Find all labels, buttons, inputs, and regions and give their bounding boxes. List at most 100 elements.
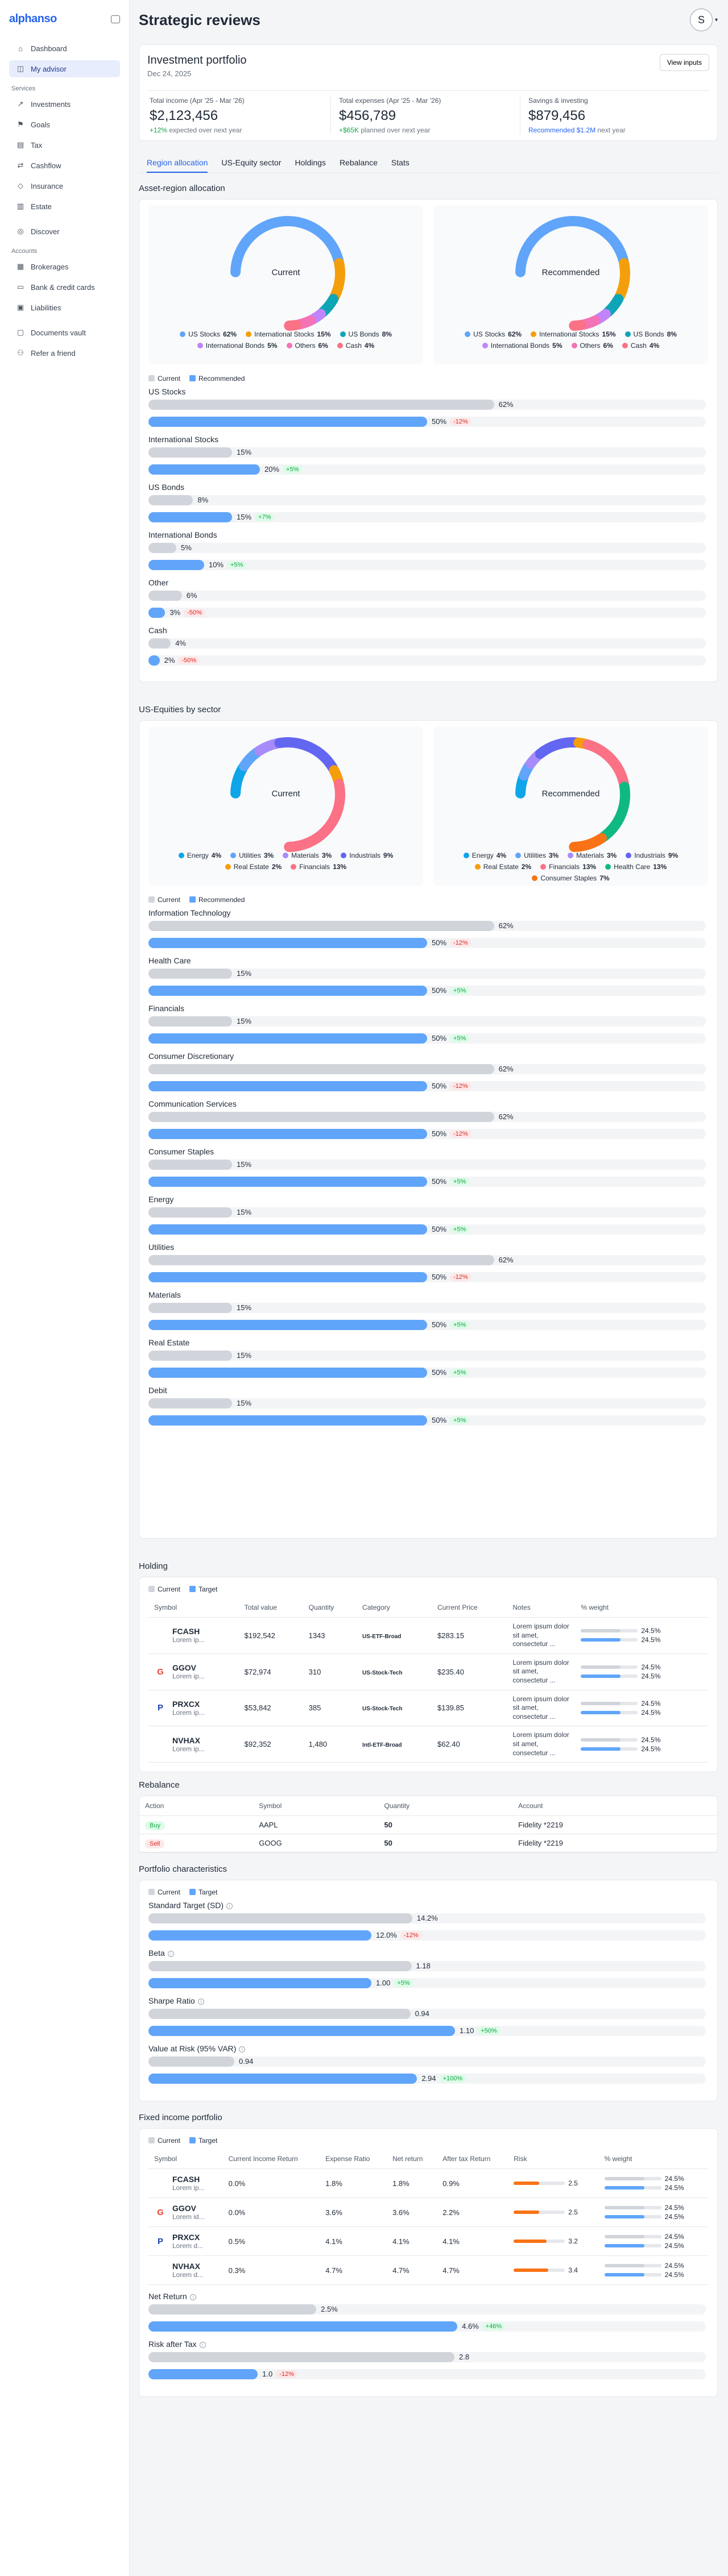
legend-item: Financials 13% <box>291 863 346 871</box>
legend-pct: 5% <box>552 342 562 350</box>
info-icon[interactable]: i <box>199 2342 206 2349</box>
table-row[interactable]: FCASH Lorem ip... $192,542 1343 US-ETF-Broad… <box>148 1617 708 1654</box>
table-row[interactable]: P PRXCX Lorem ip... $53,842 385 US-Stock-Tech… <box>148 1690 708 1727</box>
avatar[interactable]: S <box>689 9 713 31</box>
row-label-text: Utilities <box>148 1243 175 1252</box>
brand-logo[interactable]: alphanso <box>9 13 57 26</box>
target-bar-track: 2.94 +100% <box>148 2074 706 2084</box>
legend-item: Energy 4% <box>178 851 221 859</box>
sidebar-item-liabilities[interactable]: ▣ Liabilities <box>9 299 120 316</box>
sidebar-item-discover[interactable]: ◎ Discover <box>9 223 120 240</box>
sidebar-item-dashboard[interactable]: ⌂ Dashboard <box>9 40 120 57</box>
weight-value: 24.5% <box>641 1735 661 1744</box>
er-value: 3.6% <box>320 2197 387 2228</box>
row-label: Sharpe Ratio i <box>148 1996 708 2005</box>
table-row[interactable]: Buy AAPL 50 Fidelity *2219 <box>139 1815 717 1835</box>
comparison-row: Financials 15% 50% +5% <box>148 1004 708 1044</box>
comparison-row: Beta i 1.18 1.00 +5% <box>148 1948 708 1989</box>
table-row[interactable]: NVHAX Lorem ip... $92,352 1,480 Intl-ETF-Bro… <box>148 1726 708 1763</box>
nr-value: 4.1% <box>387 2226 437 2257</box>
current-value-text: 5% <box>181 543 192 552</box>
current-value-text: 62% <box>498 400 514 409</box>
tab-us-equity-sector[interactable]: US-Equity sector <box>221 153 281 173</box>
legend-pct: 13% <box>582 863 597 871</box>
info-icon[interactable]: i <box>226 1903 233 1910</box>
current-value-text: 15% <box>237 1208 252 1216</box>
target-value-text: 50% <box>432 1368 447 1377</box>
symbol-desc: Lorem ip... <box>172 1744 205 1753</box>
current-bar-track: 62% <box>148 1064 706 1074</box>
row-label-text: Value at Risk (95% VAR) <box>148 2044 237 2054</box>
current-bar-fill <box>148 1112 494 1122</box>
current-bar-value: 5% <box>181 543 192 552</box>
target-bar-fill <box>148 1033 427 1044</box>
table-row[interactable]: NVHAX Lorem d... 0.3% 4.7% 4.7% 4.7% 3.4 24.5% 2… <box>148 2255 708 2286</box>
sidebar-item-goals[interactable]: ⚑ Goals <box>9 116 120 133</box>
legend-name: Industrials <box>349 851 380 859</box>
current-value-text: 15% <box>237 1303 252 1312</box>
legend-dot <box>482 343 488 348</box>
key-current: Current <box>148 375 180 383</box>
table-row[interactable]: G GGOV Lorem id... 0.0% 3.6% 3.6% 2.2% 2.5 24.5%… <box>148 2197 708 2228</box>
donut-slice-financials <box>582 739 630 790</box>
current-value-text: 4% <box>175 639 186 647</box>
shield-icon: ◇ <box>18 181 23 190</box>
legend-pct: 4% <box>364 342 375 350</box>
sidebar-item-tax[interactable]: ▤ Tax <box>9 136 120 153</box>
legend-item: Cash 4% <box>337 342 374 350</box>
info-icon[interactable]: i <box>167 1951 174 1958</box>
target-bar-track: 4.6% +46% <box>148 2321 706 2332</box>
table-row[interactable]: P PRXCX Lorem d... 0.5% 4.1% 4.1% 4.1% 3.2 24.5%… <box>148 2226 708 2257</box>
tab-rebalance[interactable]: Rebalance <box>340 153 378 173</box>
sidebar-item-estate[interactable]: ▥ Estate <box>9 198 120 215</box>
legend-name: Financials <box>299 863 330 871</box>
sector-card: Current Energy 4% Utilities 3% Materials 3% Ind… <box>139 720 718 1539</box>
characteristics-section-title: Portfolio characteristics <box>139 1864 228 1875</box>
risk-bar: 2.5 <box>514 2208 593 2216</box>
table-row[interactable]: G GGOV Lorem ip... $72,974 310 US-Stock-Tech $… <box>148 1653 708 1690</box>
sidebar-item-refer-a-friend[interactable]: ⚇ Refer a friend <box>9 344 120 362</box>
chevron-down-icon[interactable]: ▾ <box>715 17 718 23</box>
sidebar-item-bank-credit-cards[interactable]: ▭ Bank & credit cards <box>9 279 120 296</box>
sidebar-item-insurance[interactable]: ◇ Insurance <box>9 177 120 194</box>
current-price: $62.40 <box>431 1726 507 1763</box>
table-row[interactable]: Sell GOOG 50 Fidelity *2219 <box>139 1834 717 1853</box>
sidebar-item-cashflow[interactable]: ⇄ Cashflow <box>9 157 120 174</box>
target-bar-value: 2% -50% <box>164 656 200 664</box>
column-header: Risk <box>508 2149 599 2170</box>
sector-key: Current Recommended <box>148 896 708 904</box>
tab-region-allocation[interactable]: Region allocation <box>147 153 208 173</box>
tab-holdings[interactable]: Holdings <box>295 153 325 173</box>
atr-value: 4.7% <box>437 2255 508 2286</box>
tab-stats[interactable]: Stats <box>391 153 410 173</box>
view-inputs-button[interactable]: View inputs <box>659 54 709 71</box>
current-bar-value: 8% <box>197 496 208 504</box>
row-label-text: International Stocks <box>148 435 218 444</box>
delta-badge: -12% <box>450 417 471 426</box>
legend-name: Materials <box>576 851 604 859</box>
rebalance-table: Action Symbol Quantity Account Buy AAPL 50 Fide… <box>139 1796 717 1853</box>
current-bar-value: 15% <box>237 1399 251 1407</box>
legend-name: Others <box>295 342 316 350</box>
legend-item: International Bonds 5% <box>197 342 278 350</box>
current-bar-track: 62% <box>148 921 706 931</box>
sidebar-item-investments[interactable]: ↗ Investments <box>9 95 120 113</box>
current-bar-value: 15% <box>237 1351 251 1360</box>
target-bar-value: 50% -12% <box>432 938 471 947</box>
weight-bar: 24.5% <box>581 1745 702 1753</box>
table-row[interactable]: FCASH Lorem ip... 0.0% 1.8% 1.8% 0.9% 2.5 24.5%… <box>148 2168 708 2199</box>
tab-bar: Region allocation US-Equity sector Holding… <box>139 153 718 173</box>
comparison-row: Other 6% 3% -50% <box>148 578 708 618</box>
legend-name: Financials <box>549 863 580 871</box>
collapse-sidebar-icon[interactable] <box>111 15 120 23</box>
row-label-text: Debit <box>148 1386 167 1395</box>
info-icon[interactable]: i <box>239 2046 246 2053</box>
sidebar-item-brokerages[interactable]: ▦ Brokerages <box>9 258 120 275</box>
info-icon[interactable]: i <box>197 1999 204 2005</box>
column-header: Action <box>139 1796 254 1817</box>
compass-icon: ◎ <box>17 227 24 235</box>
info-icon[interactable]: i <box>189 2294 196 2301</box>
sidebar-item-documents-vault[interactable]: ▢ Documents vault <box>9 324 120 341</box>
legend-item: International Bonds 5% <box>482 342 562 350</box>
sidebar-item-my-advisor[interactable]: ◫ My advisor <box>9 60 120 77</box>
